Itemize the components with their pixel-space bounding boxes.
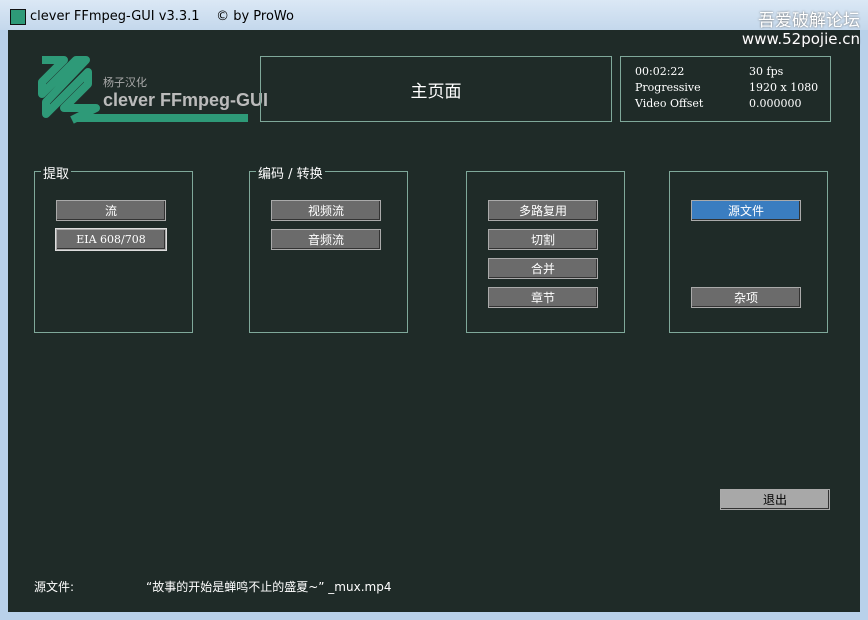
fps: 30 fps bbox=[749, 65, 784, 78]
logo-subtitle: 杨子汉化 bbox=[103, 76, 147, 89]
group-label: 提取 bbox=[41, 163, 72, 182]
offset-value: 0.000000 bbox=[749, 97, 802, 110]
duration: 00:02:22 bbox=[635, 65, 685, 78]
resolution: 1920 x 1080 bbox=[749, 81, 819, 94]
chapters-button[interactable]: 章节 bbox=[488, 287, 598, 308]
exit-button[interactable]: 退出 bbox=[720, 489, 830, 510]
eia-608-708-button[interactable]: EIA 608/708 bbox=[55, 228, 167, 251]
title-bar: clever FFmpeg-GUI v3.3.1 © by ProWo 吾爱破解… bbox=[0, 0, 868, 31]
stream-button[interactable]: 流 bbox=[56, 200, 166, 221]
merge-button[interactable]: 合并 bbox=[488, 258, 598, 279]
logo-text: clever FFmpeg-GUI bbox=[103, 90, 269, 110]
group-label: 编码 / 转换 bbox=[256, 163, 325, 182]
source-file-value: “故事的开始是蝉鸣不止的盛夏~” _mux.mp4 bbox=[146, 580, 392, 594]
group-mux bbox=[466, 171, 625, 333]
mux-button[interactable]: 多路复用 bbox=[488, 200, 598, 221]
video-stream-button[interactable]: 视频流 bbox=[271, 200, 381, 221]
audio-stream-button[interactable]: 音频流 bbox=[271, 229, 381, 250]
group-extract: 提取 bbox=[34, 163, 193, 333]
main-window: 杨子汉化 clever FFmpeg-GUI 主页面 00:02:22 30 fp… bbox=[8, 30, 860, 612]
scan-type: Progressive bbox=[635, 81, 701, 94]
source-file-button[interactable]: 源文件 bbox=[691, 200, 801, 221]
page-title: 主页面 bbox=[260, 56, 612, 122]
misc-button[interactable]: 杂项 bbox=[691, 287, 801, 308]
cut-button[interactable]: 切割 bbox=[488, 229, 598, 250]
watermark-url: www.52pojie.cn bbox=[741, 30, 860, 48]
offset-label: Video Offset bbox=[635, 97, 704, 110]
group-encode: 编码 / 转换 bbox=[249, 163, 408, 333]
media-info-panel: 00:02:22 30 fps Progressive 1920 x 1080 Vi… bbox=[620, 56, 831, 122]
app-icon bbox=[10, 9, 26, 25]
window-title: clever FFmpeg-GUI v3.3.1 © by ProWo bbox=[30, 9, 294, 24]
source-file-label: 源文件: bbox=[34, 580, 75, 594]
watermark-text: 吾爱破解论坛 bbox=[758, 11, 860, 31]
group-misc bbox=[669, 171, 828, 333]
